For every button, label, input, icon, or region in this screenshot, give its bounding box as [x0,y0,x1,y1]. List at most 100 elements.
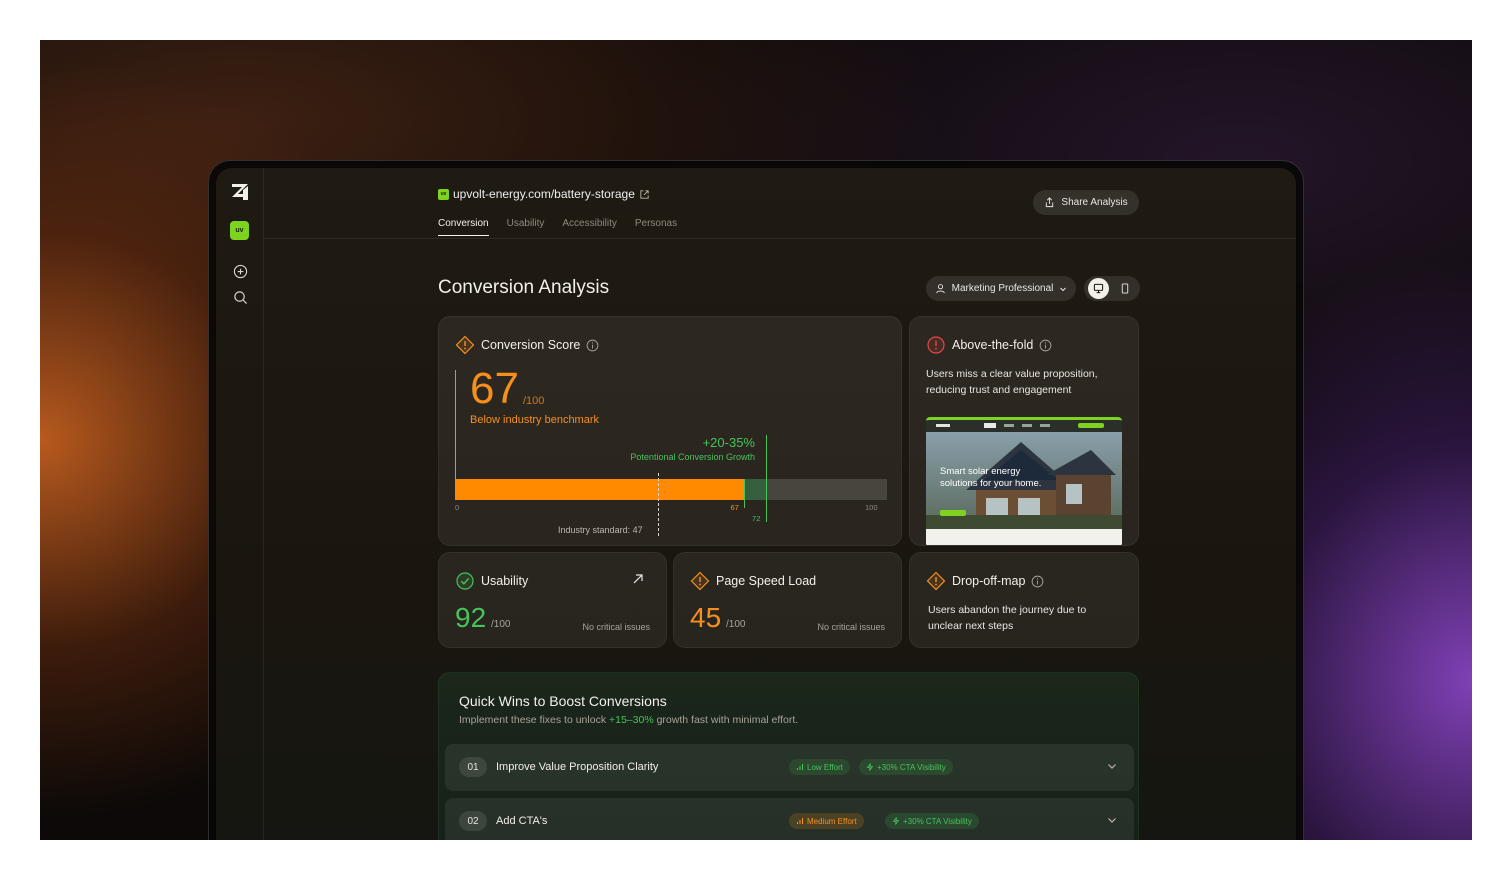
thumbnail-hero-text: Smart solar energy solutions for your ho… [940,466,1042,489]
industry-standard-label: Industry standard: 47 [558,525,643,535]
usability-note: No critical issues [582,622,650,632]
desktop-icon [1093,283,1104,294]
page-speed-title: Page Speed Load [716,574,817,588]
page-speed-score: 45 [690,602,722,633]
arrow-up-right-icon[interactable] [632,573,644,585]
usability-title: Usability [481,574,529,588]
tick-current: 67 [730,503,739,512]
external-link-icon[interactable] [639,189,650,200]
url-text[interactable]: upvolt-energy.com/battery-storage [453,187,635,201]
industry-marker-line [658,473,660,536]
app-screen: uv uv upvolt-energy.com/battery-storage [216,168,1296,840]
signal-bars-icon [797,764,803,770]
url-site-badge: uv [438,188,449,200]
background-stage: uv uv upvolt-energy.com/battery-storage [40,40,1472,840]
usability-card[interactable]: Usability 92 /100 No critical issues [438,552,667,648]
potential-growth-bar [744,479,767,500]
potential-marker-line [766,435,768,522]
impact-badge: +30% CTA Visibility [859,759,953,775]
drop-off-map-title: Drop-off-map [952,574,1026,588]
page-speed-max: /100 [726,619,746,630]
impact-badge: +30% CTA Visibility [885,813,979,829]
tab-usability[interactable]: Usability [507,218,545,236]
persona-label: Marketing Professional [951,283,1054,294]
site-badge[interactable]: uv [230,221,249,240]
info-icon[interactable] [1031,575,1044,588]
subtitle-post: growth fast with minimal effort. [653,714,799,726]
chevron-down-icon[interactable] [1106,814,1118,826]
warning-diamond-icon [690,571,710,591]
share-icon [1046,197,1054,208]
usability-header: Usability [455,571,528,591]
desktop-view-button[interactable] [1088,278,1109,299]
usability-max: /100 [491,619,511,630]
quick-win-item[interactable]: 01 Improve Value Proposition Clarity Low… [445,744,1134,791]
effort-label: Medium Effort [807,816,857,826]
check-circle-icon [456,572,474,590]
benchmark-note: Below industry benchmark [470,414,600,426]
url-bar[interactable]: uv upvolt-energy.com/battery-storage [438,187,650,201]
add-icon[interactable] [233,264,248,279]
user-icon [935,284,945,294]
subtitle-highlight: +15–30% [609,714,654,726]
info-icon[interactable] [1039,339,1052,352]
bolt-icon [892,817,900,825]
chevron-down-icon[interactable] [1106,760,1118,772]
mobile-icon [1121,283,1128,294]
mobile-view-button[interactable] [1116,280,1133,297]
drop-off-map-header: Drop-off-map [926,571,1044,591]
above-the-fold-text: Users miss a clear value proposition, re… [926,368,1098,396]
quick-wins-title: Quick Wins to Boost Conversions [459,693,667,709]
effort-badge: Medium Effort [789,813,864,829]
tab-personas[interactable]: Personas [635,218,677,236]
share-label: Share Analysis [1061,197,1128,208]
chevron-down-icon [1060,287,1067,291]
effort-label: Low Effort [807,762,843,772]
page-speed-header: Page Speed Load [690,571,816,591]
growth-value: +20-35% [702,435,755,450]
above-the-fold-card[interactable]: Above-the-fold Users miss a clear value … [909,316,1139,546]
subtitle-pre: Implement these fixes to unlock [459,714,609,726]
current-marker-line [744,479,746,508]
growth-label: Potentional Conversion Growth [630,452,755,462]
quick-win-label: Improve Value Proposition Clarity [496,761,659,773]
logo-icon[interactable] [230,182,250,202]
conversion-score-value: 67 [470,364,519,413]
above-the-fold-title: Above-the-fold [952,338,1034,352]
quick-wins-panel: Quick Wins to Boost Conversions Implemen… [438,672,1139,840]
info-icon[interactable] [586,339,599,352]
device-frame: uv uv upvolt-energy.com/battery-storage [208,160,1304,840]
drop-off-map-card[interactable]: Drop-off-map Users abandon the journey d… [909,552,1139,648]
impact-label: +30% CTA Visibility [903,816,972,826]
conversion-score-card: Conversion Score 67 /100 Below industry … [438,316,902,546]
score-bar-fill [455,479,745,500]
conversion-score-title: Conversion Score [481,338,581,352]
device-toggle [1084,276,1140,301]
page-speed-card[interactable]: Page Speed Load 45 /100 No critical issu… [673,552,902,648]
usability-score: 92 [455,602,487,633]
tab-conversion[interactable]: Conversion [438,218,489,236]
sidebar: uv [216,168,264,840]
quick-wins-subtitle: Implement these fixes to unlock +15–30% … [459,714,798,726]
alert-circle-icon [927,336,945,354]
score-bar-track [455,479,887,500]
tab-accessibility[interactable]: Accessibility [562,218,616,236]
header-divider [264,238,1296,239]
quick-win-label: Add CTA's [496,815,548,827]
page-speed-note: No critical issues [817,622,885,632]
quick-win-number: 02 [459,811,487,831]
above-the-fold-header: Above-the-fold [926,335,1052,355]
warning-diamond-icon [455,335,475,355]
quick-win-number: 01 [459,757,487,777]
search-icon[interactable] [233,290,248,305]
tick-max: 100 [865,503,878,512]
bolt-icon [866,763,874,771]
drop-off-map-text: Users abandon the journey due to unclear… [928,604,1087,632]
share-analysis-button[interactable]: Share Analysis [1033,190,1139,215]
warning-diamond-icon [926,571,946,591]
page-screenshot-thumbnail[interactable]: Smart solar energy solutions for your ho… [926,417,1122,545]
persona-dropdown[interactable]: Marketing Professional [926,276,1076,301]
conversion-score-header: Conversion Score [455,335,599,355]
conversion-score-max: /100 [523,395,545,407]
quick-win-item[interactable]: 02 Add CTA's Medium Effort +30% CTA Visi… [445,798,1134,840]
